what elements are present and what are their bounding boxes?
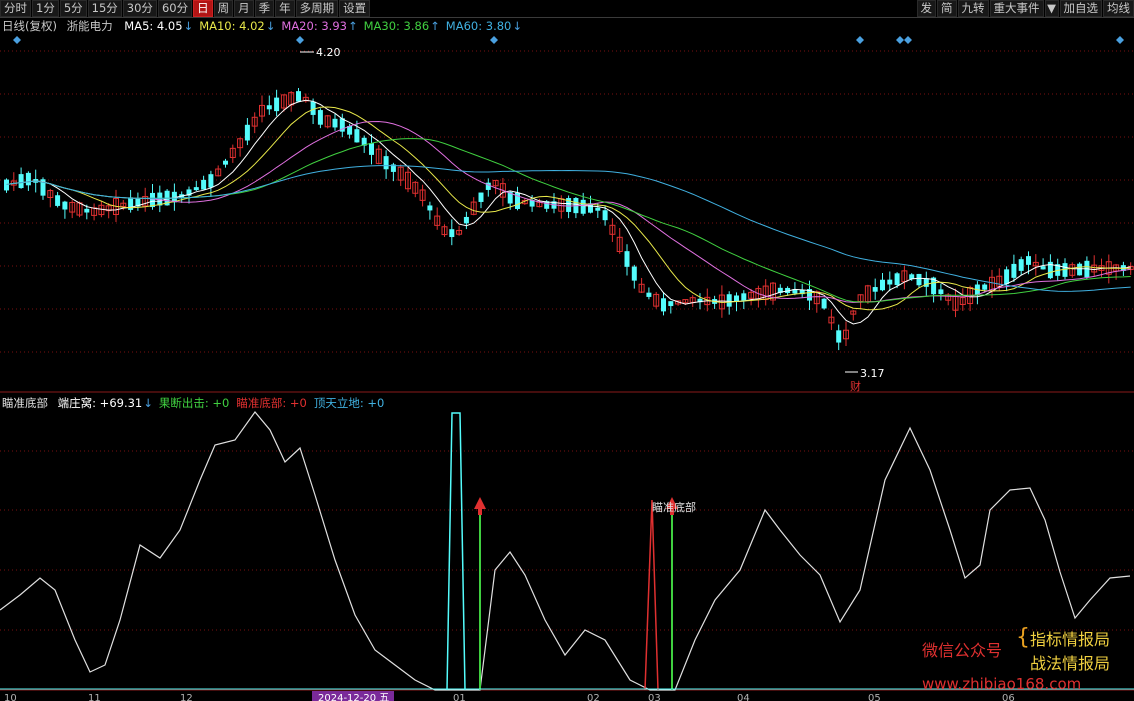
candle-body-down: [478, 192, 484, 202]
candle-body-down: [1077, 263, 1083, 276]
candle-body-down: [427, 205, 433, 211]
candle-body-down: [726, 294, 732, 307]
candle-body-down: [1004, 269, 1010, 285]
signal-label: 瞄准底部: [652, 500, 696, 514]
candle-body-down: [84, 208, 90, 213]
candle-body-down: [193, 187, 199, 191]
finance-tag: 财: [850, 379, 861, 393]
date-axis-label: 02: [587, 693, 600, 701]
candle-body-down: [580, 199, 586, 214]
candle-body-down: [887, 279, 893, 285]
candle-body-down: [317, 110, 323, 125]
candle-body-down: [1040, 266, 1046, 270]
candle-body-down: [938, 289, 944, 295]
ma30-line: [6, 138, 1131, 303]
candle-body-down: [982, 284, 988, 290]
candle-body-down: [894, 273, 900, 286]
candle-body-down: [624, 251, 630, 267]
high-price-label: 4.20: [316, 46, 341, 59]
watermark-wechat: 微信公众号: [922, 641, 1003, 660]
event-diamond-icon: [490, 36, 498, 44]
candle-body-down: [631, 266, 637, 281]
candle-body-down: [872, 287, 878, 292]
candle-body-down: [880, 279, 885, 291]
date-axis-label: 05: [868, 693, 881, 701]
low-price-label: 3.17: [860, 367, 885, 380]
candle-body-down: [1026, 256, 1031, 265]
candle-body-down: [274, 97, 280, 112]
candle-body-down: [916, 273, 922, 286]
candle-body-down: [201, 179, 207, 190]
date-axis-label: 12: [180, 693, 193, 701]
candle-body-down: [1011, 263, 1017, 278]
candle-body-down: [602, 210, 608, 221]
date-axis-label: 2024-12-20 五: [318, 693, 389, 701]
date-axis-label: 11: [88, 693, 101, 701]
candle-body-down: [449, 229, 455, 238]
event-diamond-icon: [13, 36, 21, 44]
candle-body-down: [383, 156, 389, 170]
event-diamond-icon: [856, 36, 864, 44]
signal-spike-cyan: [446, 412, 466, 691]
date-axis-label: 04: [737, 693, 750, 701]
date-axis-label: 10: [4, 693, 17, 701]
date-axis-label: 06: [1002, 693, 1015, 701]
up-arrow-icon: [474, 497, 486, 515]
candle-body-down: [354, 129, 360, 143]
date-axis-label: 01: [453, 693, 466, 701]
candle-body-down: [1018, 259, 1024, 271]
watermark-title-1: 指标情报局: [1030, 630, 1111, 649]
candle-body-down: [244, 124, 250, 141]
candle-body-down: [646, 292, 652, 297]
candle-body-down: [208, 174, 214, 188]
watermark-url: www.zhibiao168.com: [922, 675, 1082, 693]
kline-chart-canvas[interactable]: 10 11 12 2024-12-20 五 01 02 03 04 05 06 4.20 3.17财瞄…: [0, 0, 1134, 701]
candle-body-down: [4, 179, 9, 191]
candle-body-down: [741, 293, 747, 301]
candle-body-down: [157, 192, 163, 206]
ma60-line: [6, 165, 1131, 292]
event-diamond-icon: [896, 36, 904, 44]
candle-body-down: [55, 195, 61, 206]
candle-body-down: [661, 298, 666, 312]
candle-body-down: [595, 207, 601, 211]
candle-body-down: [836, 330, 842, 343]
candle-body-down: [25, 172, 31, 186]
candle-body-down: [668, 301, 674, 307]
watermark-title-2: 战法情报局: [1030, 654, 1111, 673]
watermark-brace: {: [1016, 625, 1030, 650]
date-axis-label: 03: [648, 693, 661, 701]
candle-body-down: [821, 298, 827, 309]
candle-body-down: [332, 118, 338, 128]
signal-spike-red: [644, 499, 659, 691]
event-diamond-icon: [296, 36, 304, 44]
candle-body-down: [463, 216, 469, 224]
candle-body-down: [266, 105, 272, 110]
candle-body-down: [369, 143, 374, 155]
event-diamond-icon: [904, 36, 912, 44]
candle-body-down: [296, 91, 301, 102]
candle-body-down: [62, 201, 68, 210]
candle-body-down: [18, 174, 24, 189]
candle-body-down: [223, 160, 228, 165]
candle-body-down: [310, 101, 316, 115]
event-diamond-icon: [1116, 36, 1124, 44]
